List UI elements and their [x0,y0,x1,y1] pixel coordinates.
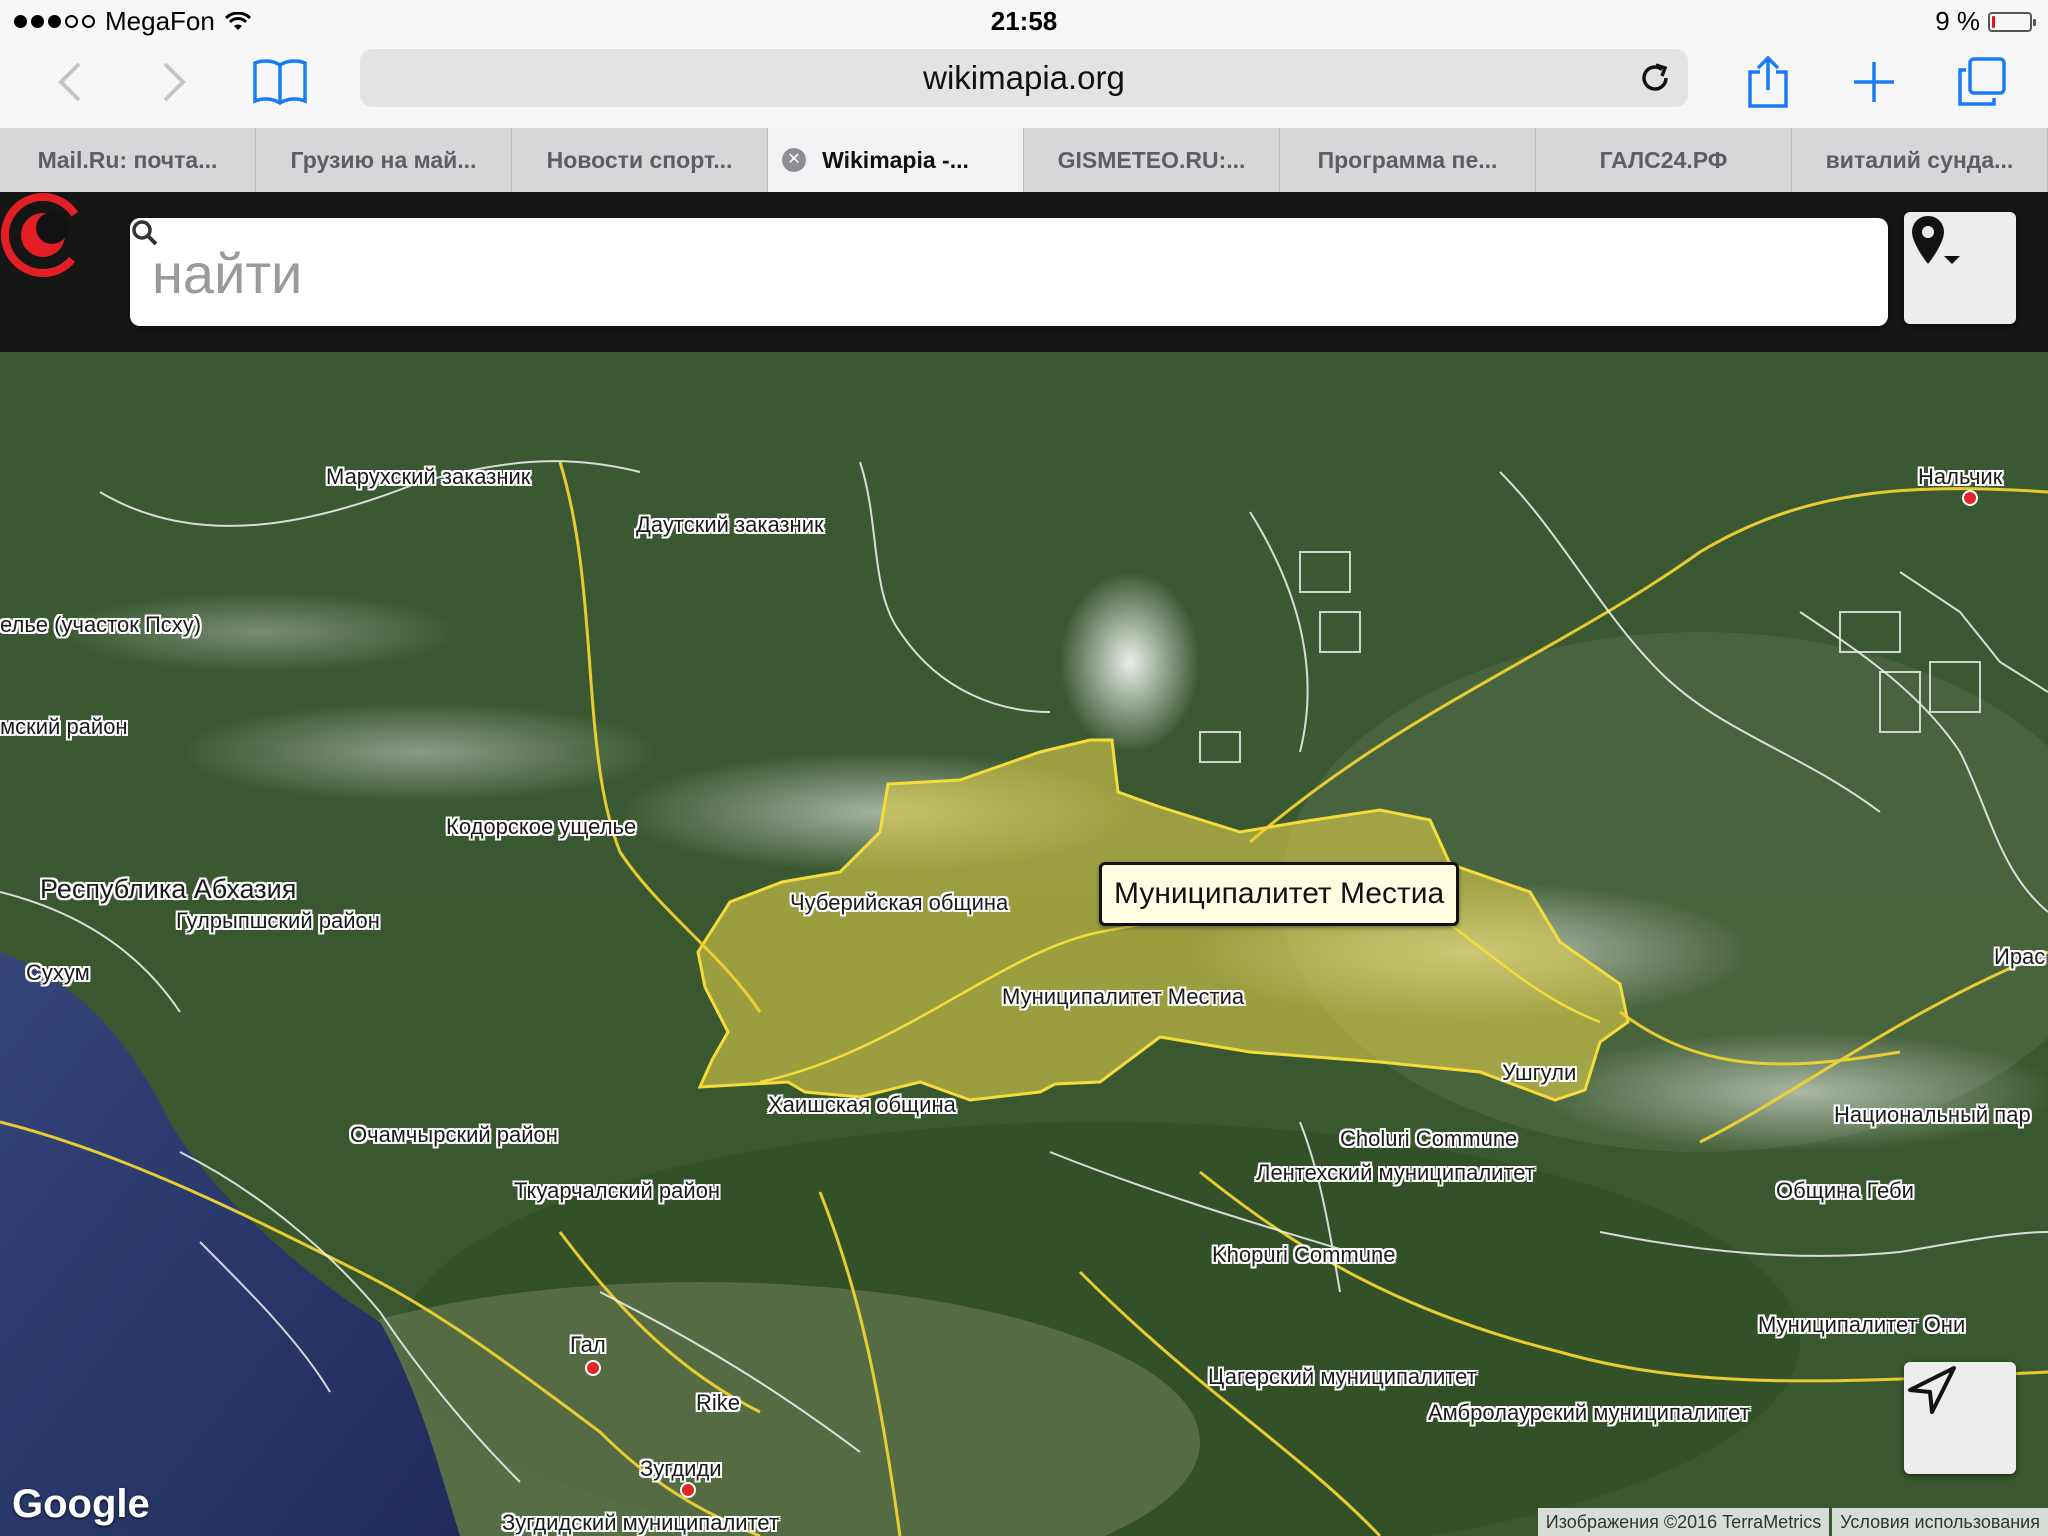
map-label[interactable]: Choluri Commune [1340,1126,1517,1152]
map-label[interactable]: Очамчырский район [350,1122,558,1148]
map-label[interactable]: Чуберийская община [790,890,1008,916]
satellite-map[interactable] [0,192,2048,1536]
city-marker-gal[interactable] [585,1360,601,1376]
forward-button[interactable] [142,50,206,114]
tab-label: ГАЛС24.РФ [1599,146,1728,173]
book-icon [253,59,307,106]
map-label[interactable]: Сухум [26,960,90,986]
tab-label: Новости спорт... [546,146,733,173]
map-view[interactable]: Марухский заказник Даутский заказник ель… [0,192,2048,1536]
search-input[interactable] [150,232,1774,314]
status-right: 9 % [1935,6,2036,37]
tabs-overview-button[interactable] [1950,50,2014,114]
location-menu-button[interactable] [1904,212,2016,324]
search-box [130,218,1888,326]
navigation-arrow-icon [1908,1366,1956,1414]
tab-gismeteo[interactable]: GISMETEO.RU:... [1024,128,1280,192]
tab-label: GISMETEO.RU:... [1057,146,1246,173]
close-icon[interactable]: ✕ [782,148,806,172]
search-icon[interactable] [130,218,160,248]
map-label[interactable]: Муниципалитет Они [1758,1312,1965,1338]
bookmarks-button[interactable] [248,50,312,114]
tabs-icon [1958,57,2006,106]
map-label[interactable]: Гал [570,1332,606,1358]
imagery-attribution: Изображения ©2016 TerraMetrics [1537,1508,1830,1536]
terms-link[interactable]: Условия использования [1832,1508,2048,1536]
map-label[interactable]: Муниципалитет Местиа [1002,984,1244,1010]
tab-strip: Mail.Ru: почта... Грузию на май... Новос… [0,128,2048,193]
map-label[interactable]: Республика Абхазия [40,874,296,905]
battery-icon [1988,11,2036,32]
address-bar[interactable]: wikimapia.org [360,49,1688,107]
my-location-button[interactable] [1904,1362,2016,1474]
chevron-right-icon [163,62,186,102]
map-label[interactable]: Нальчик [1918,464,2002,490]
city-marker-nalchik[interactable] [1962,490,1978,506]
tab-program[interactable]: Программа пе... [1280,128,1536,192]
clock: 21:58 [990,6,1058,36]
share-icon [1748,55,1788,108]
tab-label: Программа пе... [1317,146,1498,173]
status-bar: MegaFon 21:58 9 % [0,0,2048,40]
map-label[interactable]: елье (участок Псху) [0,612,201,638]
share-button[interactable] [1736,50,1800,114]
tab-georgia[interactable]: Грузию на май... [256,128,512,192]
map-label[interactable]: Даутский заказник [636,512,824,538]
battery-percent: 9 % [1935,6,1980,36]
map-label[interactable]: Амбролаурский муниципалитет [1428,1400,1750,1426]
tab-label: Mail.Ru: почта... [37,146,218,173]
browser-toolbar: wikimapia.org [0,40,2048,128]
map-label[interactable]: Khopuri Commune [1212,1242,1395,1268]
map-search-bar [0,192,2048,352]
map-label[interactable]: Кодорское ущелье [446,814,636,840]
map-label[interactable]: Зугдидский муниципалитет [502,1510,779,1536]
tab-vitaliy[interactable]: виталий сунда... [1792,128,2048,192]
map-label[interactable]: Гулрыпшский район [176,908,380,934]
wikimapia-logo[interactable] [0,192,86,278]
map-label[interactable]: Цагерский муниципалитет [1208,1364,1477,1390]
tab-label: виталий сунда... [1825,146,2014,173]
tab-sport-news[interactable]: Новости спорт... [512,128,768,192]
map-pin-icon [1912,216,1960,264]
google-logo: Google [12,1482,150,1526]
map-label[interactable]: Зугдиди [640,1456,722,1482]
map-label[interactable]: Марухский заказник [326,464,530,490]
map-label[interactable]: Община Геби [1776,1178,1914,1204]
tab-mail[interactable]: Mail.Ru: почта... [0,128,256,192]
map-attribution: Изображения ©2016 TerraMetrics Условия и… [1535,1508,2048,1536]
plus-icon [1854,62,1894,102]
map-label[interactable]: Национальный пар [1834,1102,2031,1128]
new-tab-button[interactable] [1842,50,1906,114]
map-label[interactable]: Лентехский муниципалитет [1256,1160,1535,1186]
map-label[interactable]: Ткуарчалский район [514,1178,720,1204]
tab-label: Грузию на май... [290,146,477,173]
tab-wikimapia[interactable]: ✕ Wikimapia -... [768,128,1024,192]
url-text: wikimapia.org [923,59,1125,96]
chevron-left-icon [58,62,81,102]
map-label[interactable]: мский район [0,714,128,740]
back-button[interactable] [38,50,102,114]
tab-label: Wikimapia -... [822,146,969,173]
tab-gals24[interactable]: ГАЛС24.РФ [1536,128,1792,192]
map-label[interactable]: Rike [696,1390,740,1416]
reload-icon[interactable] [1636,59,1674,97]
map-label[interactable]: Хаишская община [768,1092,956,1118]
map-label[interactable]: Ушгули [1502,1060,1576,1086]
map-label[interactable]: Ирас [1994,944,2045,970]
place-popup[interactable]: Муниципалитет Местиа [1099,862,1460,926]
city-marker-zugdidi[interactable] [680,1482,696,1498]
